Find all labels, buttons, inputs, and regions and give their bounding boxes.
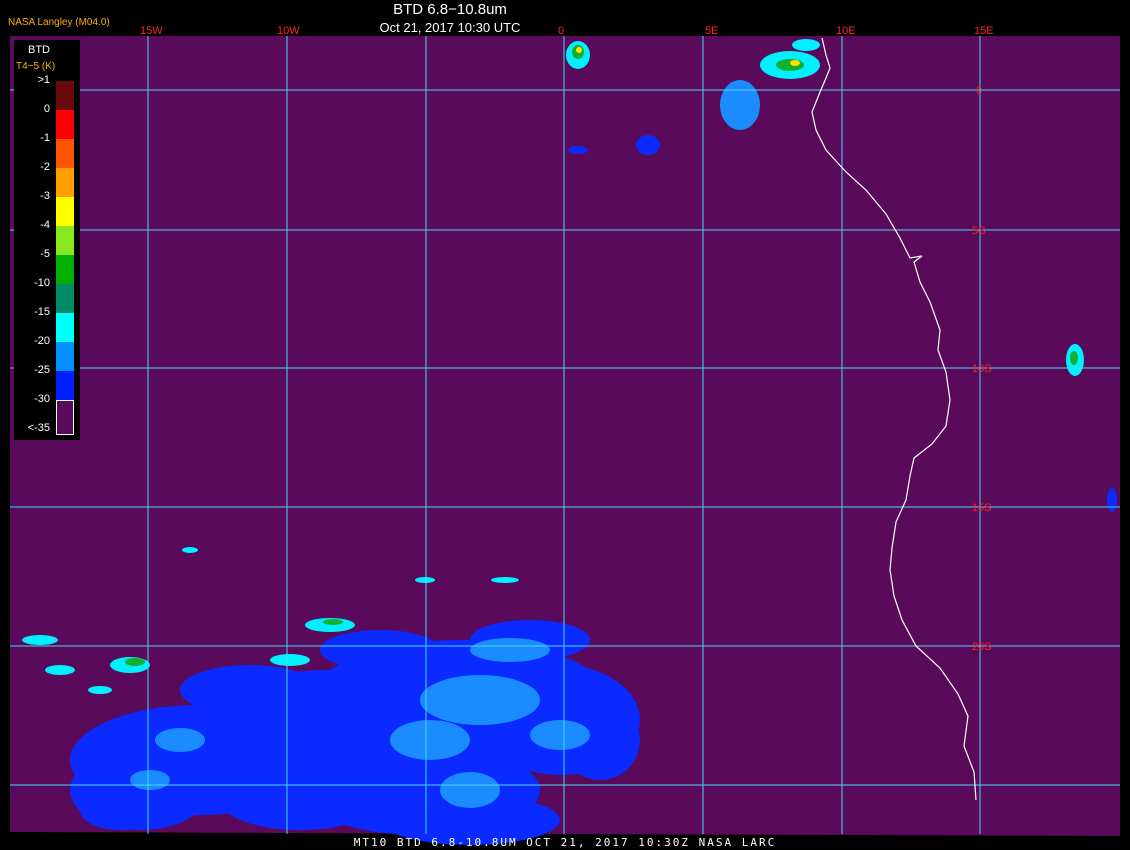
legend-label: <-35 xyxy=(27,422,50,434)
legend-swatch xyxy=(56,139,74,168)
cloud-patch xyxy=(470,638,550,662)
legend-label: -25 xyxy=(34,364,50,376)
legend-swatch xyxy=(56,197,74,226)
lat-label: 20S xyxy=(972,641,992,653)
cloud-streak xyxy=(270,654,310,666)
legend-label: -30 xyxy=(34,393,50,405)
cloud-patch xyxy=(420,675,540,725)
cloud-cell xyxy=(568,146,588,154)
legend-swatch xyxy=(56,313,74,342)
cloud-cell xyxy=(1107,488,1117,512)
cloud-cell xyxy=(1070,351,1078,365)
cloud-streak xyxy=(491,577,519,583)
lat-label: 0 xyxy=(976,85,982,97)
cloud-streak xyxy=(45,665,75,675)
cloud-patch xyxy=(530,720,590,750)
legend-title: BTD xyxy=(28,44,50,56)
lon-label: 15E xyxy=(974,25,994,37)
legend-label: -5 xyxy=(40,248,50,260)
cloud-cell xyxy=(792,39,820,51)
legend-swatch xyxy=(56,371,74,400)
cloud-patch xyxy=(440,772,500,808)
cloud-streak xyxy=(415,577,435,583)
color-legend: BTD T4−5 (K) >1 0 -1 -2 -3 -4 -5 -10 -15 -20 -25 -3… xyxy=(14,40,80,440)
map-timestamp: Oct 21, 2017 10:30 UTC xyxy=(379,20,521,35)
legend-label: -4 xyxy=(40,219,50,231)
cloud-cell xyxy=(720,80,760,130)
legend-label: -2 xyxy=(40,161,50,173)
legend-swatch xyxy=(56,81,74,110)
cloud-core xyxy=(125,658,145,666)
cloud-cell xyxy=(790,60,800,66)
cloud-patch xyxy=(155,728,205,752)
lat-label: 5S xyxy=(972,225,985,237)
satellite-map: 15W 10W 0 5E 10E 15E 0 5S 10S 15S 20S xyxy=(0,0,1130,850)
cloud-patch xyxy=(320,630,440,670)
map-title: BTD 6.8−10.8um xyxy=(393,1,507,18)
legend-units: T4−5 (K) xyxy=(16,61,56,72)
legend-swatch xyxy=(56,168,74,197)
cloud-cell xyxy=(576,47,582,53)
legend-swatch xyxy=(56,400,74,435)
legend-swatch xyxy=(56,110,74,139)
legend-swatch xyxy=(56,342,74,371)
legend-label: -15 xyxy=(34,306,50,318)
cloud-streak xyxy=(88,686,112,694)
cloud-streak xyxy=(22,635,58,645)
cloud-patch xyxy=(220,770,380,830)
cloud-patch xyxy=(180,665,320,715)
legend-swatch xyxy=(56,226,74,255)
cloud-core xyxy=(323,619,343,625)
footer-caption: MT10 BTD 6.8-10.8UM OCT 21, 2017 10:30Z … xyxy=(353,836,777,849)
legend-label: -1 xyxy=(40,132,50,144)
cloud-streak xyxy=(182,547,198,553)
legend-label: >1 xyxy=(37,74,50,86)
legend-swatch xyxy=(56,255,74,284)
lat-label: 10S xyxy=(972,363,992,375)
cloud-cell xyxy=(776,59,804,71)
cloud-cell xyxy=(636,135,660,155)
lat-label: 15S xyxy=(972,502,992,514)
legend-label: -3 xyxy=(40,190,50,202)
legend-label: -10 xyxy=(34,277,50,289)
legend-label: -20 xyxy=(34,335,50,347)
cloud-patch xyxy=(390,720,470,760)
legend-swatch xyxy=(56,284,74,313)
legend-label: 0 xyxy=(43,103,50,115)
cloud-patch xyxy=(130,770,170,790)
